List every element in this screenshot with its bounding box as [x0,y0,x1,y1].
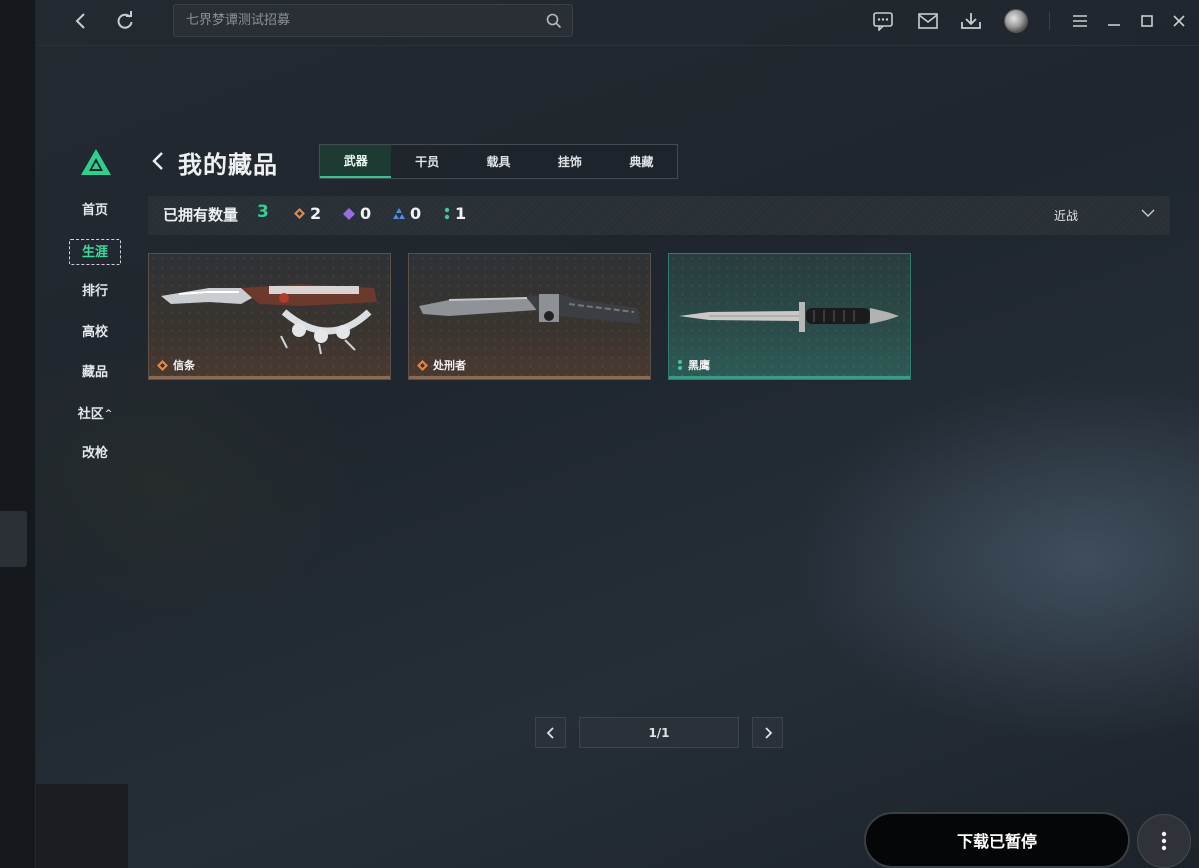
close-icon [1173,15,1185,27]
owned-count-total: 3 [257,202,269,222]
footer-panel [36,784,128,868]
weapon-card-name: 信条 [157,357,195,373]
sidebar-item-label: 社区 [77,406,104,422]
page-indicator: 1/1 [579,717,739,748]
sidebar-item-career[interactable]: 生涯 [69,238,121,265]
sidebar-nav: 首页 生涯 排行 高校 藏品 社区^ 改枪 [69,198,129,482]
chevron-left-icon [75,13,85,29]
rarity-count-teal: 1 [444,204,466,223]
prev-page-button[interactable] [535,717,566,748]
teal-dots-icon [678,360,682,370]
orange-diamond-icon [294,208,305,219]
rarity-count-value: 2 [310,204,322,223]
category-tabs: 武器 干员 载具 挂饰 典藏 [319,144,678,179]
weapon-card[interactable]: 黑鹰 [668,253,911,380]
top-bar [36,0,1199,46]
weapon-name: 黑鹰 [688,359,710,372]
rarity-count-value: 1 [455,204,467,223]
sidebar-item-ranking[interactable]: 排行 [69,279,121,305]
menu-button[interactable] [1067,9,1093,33]
download-icon [961,13,981,29]
sidebar-item-collection[interactable]: 藏品 [69,360,121,386]
weapon-image [419,294,641,324]
teal-dots-icon [444,207,450,220]
download-paused-button[interactable]: 下载已暂停 [864,812,1130,868]
minimize-button[interactable] [1101,9,1127,33]
weapon-card[interactable]: 信条 [148,253,391,380]
user-avatar[interactable] [1004,9,1028,33]
toolbar-divider [1049,12,1050,30]
tab-vehicles[interactable]: 载具 [463,145,534,178]
refresh-icon [117,11,133,29]
game-logo-icon [81,149,111,175]
rarity-count-purple: 0 [343,204,371,223]
rarity-stripe [409,376,650,379]
next-page-button[interactable] [752,717,783,748]
chat-icon [873,12,893,31]
menu-icon [1073,15,1087,27]
download-manager-button[interactable] [958,9,984,33]
weapon-card-name: 黑鹰 [677,357,710,373]
sidebar-item-community[interactable]: 社区^ [69,401,121,427]
rarity-stripe [669,376,910,379]
orange-diamond-icon [417,359,428,371]
rarity-stripe [149,376,390,379]
app-window: 首页 生涯 排行 高校 藏品 社区^ 改枪 我的藏品 武器 干员 载具 挂饰 典… [36,0,1199,868]
refresh-button[interactable] [111,9,139,33]
close-button[interactable] [1166,9,1192,33]
tab-operators[interactable]: 干员 [391,145,462,178]
blue-triangle-icon [393,208,405,219]
more-vertical-icon [1161,831,1167,851]
rarity-count-orange: 2 [294,204,321,223]
maximize-button[interactable] [1134,9,1160,33]
chevron-up-icon: ^ [104,408,113,419]
weapon-card-name: 处刑者 [417,357,466,373]
sort-dropdown-label[interactable]: 近战 [1054,207,1078,224]
chat-button[interactable] [870,9,896,33]
owned-count-label: 已拥有数量 [163,206,239,224]
collection-summary-bar: 已拥有数量 3 2 0 0 1 近战 [148,196,1170,235]
purple-diamond-icon [343,207,355,220]
rarity-count-value: 0 [410,204,422,223]
tab-weapons[interactable]: 武器 [320,145,392,178]
weapon-name: 处刑者 [433,359,466,372]
back-arrow-icon[interactable] [150,150,166,172]
mail-icon [918,13,938,29]
weapon-image [161,284,377,355]
left-side-strip [0,0,36,868]
rarity-count-blue: 0 [393,204,421,223]
chevron-right-icon [764,726,772,739]
search-icon[interactable] [546,13,562,29]
orange-diamond-icon [157,359,168,371]
tab-charms[interactable]: 挂饰 [534,145,605,178]
weapon-image [679,302,899,332]
chevron-down-icon[interactable] [1141,208,1155,218]
search-box [173,4,573,37]
sidebar-item-gunsmith[interactable]: 改枪 [69,441,121,467]
weapon-name: 信条 [173,359,195,372]
mail-button[interactable] [915,9,941,33]
chevron-left-icon [546,726,554,739]
rarity-count-value: 0 [360,204,372,223]
back-button[interactable] [67,9,95,33]
page-title: 我的藏品 [178,151,278,179]
maximize-icon [1141,15,1153,27]
side-collapse-handle[interactable] [0,511,27,567]
minimize-icon [1108,24,1120,26]
tab-archive[interactable]: 典藏 [606,145,677,178]
search-input[interactable] [174,5,534,36]
sidebar-item-home[interactable]: 首页 [69,198,121,224]
sidebar-item-college[interactable]: 高校 [69,320,121,346]
more-options-button[interactable] [1137,814,1191,868]
weapon-card[interactable]: 处刑者 [408,253,651,380]
